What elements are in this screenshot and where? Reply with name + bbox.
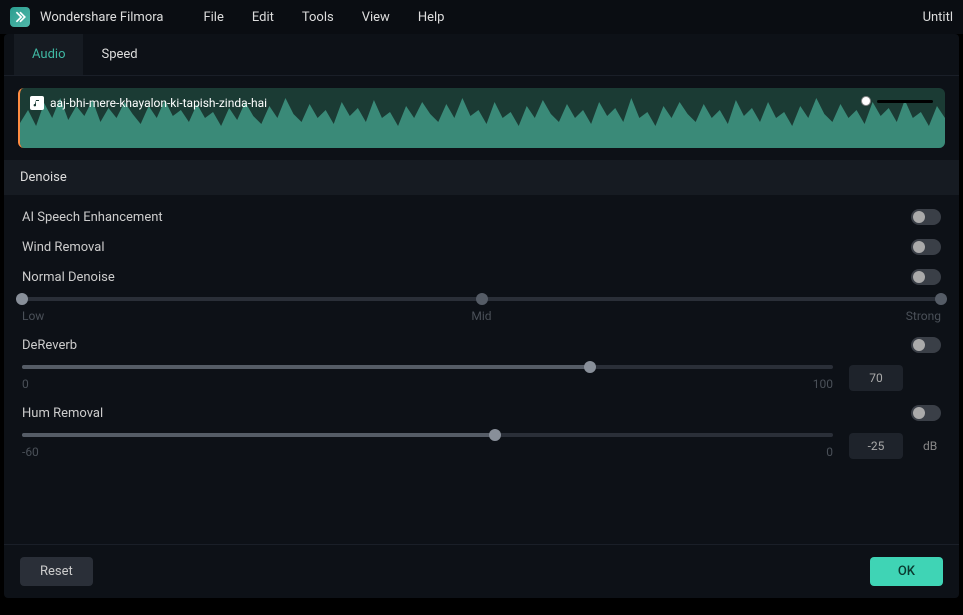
- slider-label-mid: Mid: [471, 309, 491, 323]
- music-icon: [30, 96, 44, 110]
- ok-button[interactable]: OK: [870, 557, 943, 586]
- dereverb-max: 100: [813, 377, 833, 391]
- denoise-content: AI Speech Enhancement Wind Removal Norma…: [4, 195, 959, 544]
- dereverb-label: DeReverb: [22, 338, 77, 353]
- app-logo: [10, 7, 30, 27]
- hum-removal-slider[interactable]: -60 0: [22, 433, 833, 459]
- hum-max: 0: [826, 445, 833, 459]
- dereverb-min: 0: [22, 377, 29, 391]
- menu-edit[interactable]: Edit: [252, 10, 274, 25]
- menu-tools[interactable]: Tools: [302, 10, 334, 25]
- menubar: Wondershare Filmora File Edit Tools View…: [0, 0, 963, 34]
- hum-removal-label: Hum Removal: [22, 406, 103, 421]
- normal-denoise-slider[interactable]: Low Mid Strong: [22, 297, 941, 323]
- slider-label-high: Strong: [906, 309, 941, 323]
- menu-help[interactable]: Help: [418, 10, 445, 25]
- clip-name: aaj-bhi-mere-khayalon-ki-tapish-zinda-ha…: [50, 96, 267, 110]
- tabs: Audio Speed: [4, 34, 959, 76]
- ai-speech-toggle[interactable]: [911, 209, 941, 225]
- volume-track-icon: [877, 100, 933, 103]
- clip-volume[interactable]: [861, 96, 933, 106]
- doc-title: Untitl: [923, 10, 953, 25]
- app-name: Wondershare Filmora: [40, 10, 163, 25]
- audio-clip[interactable]: aaj-bhi-mere-khayalon-ki-tapish-zinda-ha…: [18, 88, 945, 148]
- hum-removal-toggle[interactable]: [911, 405, 941, 421]
- hum-value[interactable]: -25: [849, 433, 903, 459]
- normal-denoise-toggle[interactable]: [911, 269, 941, 285]
- dereverb-toggle[interactable]: [911, 337, 941, 353]
- volume-thumb-icon: [861, 96, 871, 106]
- reset-button[interactable]: Reset: [20, 557, 93, 586]
- wind-removal-label: Wind Removal: [22, 240, 105, 255]
- slider-label-low: Low: [22, 309, 44, 323]
- menu-view[interactable]: View: [362, 10, 390, 25]
- normal-denoise-label: Normal Denoise: [22, 270, 115, 285]
- hum-min: -60: [22, 445, 39, 459]
- tab-speed[interactable]: Speed: [83, 34, 155, 75]
- section-denoise-header: Denoise: [4, 160, 959, 195]
- tab-audio[interactable]: Audio: [14, 34, 83, 75]
- dereverb-slider[interactable]: 0 100: [22, 365, 833, 391]
- menu-file[interactable]: File: [203, 10, 223, 25]
- wind-removal-toggle[interactable]: [911, 239, 941, 255]
- ai-speech-label: AI Speech Enhancement: [22, 210, 163, 225]
- editor-panel: Audio Speed aaj-bhi-mere-khayalon-ki-tap…: [4, 34, 959, 598]
- dereverb-value[interactable]: 70: [849, 365, 903, 391]
- hum-unit: dB: [923, 439, 941, 453]
- footer: Reset OK: [4, 544, 959, 598]
